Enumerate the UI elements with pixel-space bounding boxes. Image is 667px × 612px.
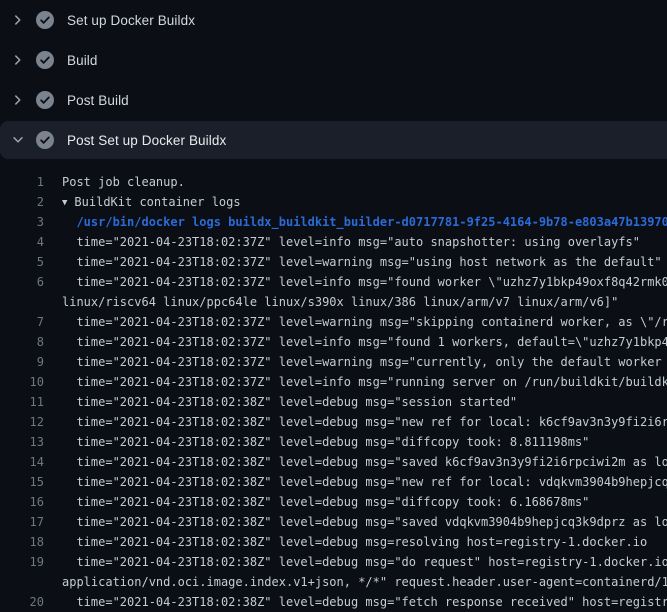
line-number[interactable]: 13 bbox=[0, 432, 44, 452]
log-line: 15 time="2021-04-23T18:02:38Z" level=deb… bbox=[0, 472, 667, 492]
log-text: time="2021-04-23T18:02:38Z" level=debug … bbox=[44, 472, 667, 492]
log-line: 16 time="2021-04-23T18:02:38Z" level=deb… bbox=[0, 492, 667, 512]
line-number[interactable]: 19 bbox=[0, 552, 44, 572]
log-line: 5 time="2021-04-23T18:02:37Z" level=warn… bbox=[0, 252, 667, 272]
line-number[interactable]: 15 bbox=[0, 472, 44, 492]
log-text: time="2021-04-23T18:02:37Z" level=info m… bbox=[44, 272, 667, 292]
line-number[interactable]: 16 bbox=[0, 492, 44, 512]
line-number[interactable]: 14 bbox=[0, 452, 44, 472]
group-toggle-icon[interactable]: ▼ bbox=[62, 193, 67, 212]
line-number[interactable]: 12 bbox=[0, 412, 44, 432]
log-line: 7 time="2021-04-23T18:02:37Z" level=warn… bbox=[0, 312, 667, 332]
line-number[interactable] bbox=[0, 572, 44, 592]
line-number[interactable]: 8 bbox=[0, 332, 44, 352]
log-text: application/vnd.oci.image.index.v1+json,… bbox=[44, 572, 667, 592]
log-text: time="2021-04-23T18:02:38Z" level=debug … bbox=[44, 392, 517, 412]
log-text: time="2021-04-23T18:02:37Z" level=info m… bbox=[44, 232, 640, 252]
chevron-right-icon bbox=[10, 92, 26, 108]
log-line: 9 time="2021-04-23T18:02:37Z" level=warn… bbox=[0, 352, 667, 372]
chevron-right-icon bbox=[10, 52, 26, 68]
log-text: time="2021-04-23T18:02:38Z" level=debug … bbox=[44, 552, 667, 572]
line-number[interactable] bbox=[0, 292, 44, 312]
log-text: time="2021-04-23T18:02:37Z" level=warnin… bbox=[44, 312, 667, 332]
log-text: time="2021-04-23T18:02:37Z" level=info m… bbox=[44, 372, 667, 392]
line-number[interactable]: 5 bbox=[0, 252, 44, 272]
log-line: 19 time="2021-04-23T18:02:38Z" level=deb… bbox=[0, 552, 667, 572]
log-line: 10 time="2021-04-23T18:02:37Z" level=inf… bbox=[0, 372, 667, 392]
step-row[interactable]: Post Set up Docker Buildx bbox=[0, 121, 667, 159]
log-line: 12 time="2021-04-23T18:02:38Z" level=deb… bbox=[0, 412, 667, 432]
group-label: BuildKit container logs bbox=[74, 195, 240, 209]
step-label: Post Build bbox=[67, 93, 129, 108]
log-line: 1 Post job cleanup. bbox=[0, 172, 667, 192]
log-line: 2 ▼ BuildKit container logs bbox=[0, 192, 667, 212]
chevron-right-icon bbox=[10, 132, 26, 148]
log-text: time="2021-04-23T18:02:38Z" level=debug … bbox=[44, 452, 667, 472]
log-line: 14 time="2021-04-23T18:02:38Z" level=deb… bbox=[0, 452, 667, 472]
log-text: time="2021-04-23T18:02:37Z" level=info m… bbox=[44, 332, 667, 352]
log-text: /usr/bin/docker logs buildx_buildkit_bui… bbox=[44, 212, 667, 232]
log-text: time="2021-04-23T18:02:37Z" level=warnin… bbox=[44, 252, 662, 272]
line-number[interactable]: 7 bbox=[0, 312, 44, 332]
line-number[interactable]: 6 bbox=[0, 272, 44, 292]
log-text: time="2021-04-23T18:02:38Z" level=debug … bbox=[44, 492, 589, 512]
log-line: application/vnd.oci.image.index.v1+json,… bbox=[0, 572, 667, 592]
step-row[interactable]: Post Build bbox=[0, 80, 667, 120]
log-line: 13 time="2021-04-23T18:02:38Z" level=deb… bbox=[0, 432, 667, 452]
log-line: linux/riscv64 linux/ppc64le linux/s390x … bbox=[0, 292, 667, 312]
log-line: 11 time="2021-04-23T18:02:38Z" level=deb… bbox=[0, 392, 667, 412]
log-line: 3 /usr/bin/docker logs buildx_buildkit_b… bbox=[0, 212, 667, 232]
step-label: Set up Docker Buildx bbox=[67, 13, 195, 28]
log-line: 20 time="2021-04-23T18:02:38Z" level=deb… bbox=[0, 592, 667, 612]
log-line: 6 time="2021-04-23T18:02:37Z" level=info… bbox=[0, 272, 667, 292]
step-row[interactable]: Build bbox=[0, 40, 667, 80]
line-number[interactable]: 17 bbox=[0, 512, 44, 532]
line-number[interactable]: 4 bbox=[0, 232, 44, 252]
check-circle-icon bbox=[36, 131, 54, 149]
log-text: time="2021-04-23T18:02:38Z" level=debug … bbox=[44, 532, 647, 552]
line-number[interactable]: 10 bbox=[0, 372, 44, 392]
line-number[interactable]: 1 bbox=[0, 172, 44, 192]
log-text: time="2021-04-23T18:02:38Z" level=debug … bbox=[44, 592, 667, 612]
chevron-right-icon bbox=[10, 12, 26, 28]
log-line: 4 time="2021-04-23T18:02:37Z" level=info… bbox=[0, 232, 667, 252]
step-label: Post Set up Docker Buildx bbox=[67, 133, 226, 148]
log-line: 8 time="2021-04-23T18:02:37Z" level=info… bbox=[0, 332, 667, 352]
log-text: time="2021-04-23T18:02:38Z" level=debug … bbox=[44, 512, 667, 532]
step-row[interactable]: Set up Docker Buildx bbox=[0, 0, 667, 40]
log-text: Post job cleanup. bbox=[44, 172, 185, 192]
log-text: linux/riscv64 linux/ppc64le linux/s390x … bbox=[44, 292, 618, 312]
line-number[interactable]: 18 bbox=[0, 532, 44, 552]
line-number[interactable]: 9 bbox=[0, 352, 44, 372]
line-number[interactable]: 11 bbox=[0, 392, 44, 412]
check-circle-icon bbox=[36, 91, 54, 109]
line-number[interactable]: 20 bbox=[0, 592, 44, 612]
check-circle-icon bbox=[36, 11, 54, 29]
log-text: time="2021-04-23T18:02:37Z" level=warnin… bbox=[44, 352, 667, 372]
line-number[interactable]: 3 bbox=[0, 212, 44, 232]
log-text: ▼ BuildKit container logs bbox=[44, 192, 241, 212]
log-viewer: 1 Post job cleanup. 2 ▼ BuildKit containe… bbox=[0, 160, 667, 612]
check-circle-icon bbox=[36, 51, 54, 69]
steps-list: Set up Docker Buildx Build P bbox=[0, 0, 667, 159]
log-line: 17 time="2021-04-23T18:02:38Z" level=deb… bbox=[0, 512, 667, 532]
step-label: Build bbox=[67, 53, 98, 68]
log-text: time="2021-04-23T18:02:38Z" level=debug … bbox=[44, 432, 589, 452]
log-line: 18 time="2021-04-23T18:02:38Z" level=deb… bbox=[0, 532, 667, 552]
log-text: time="2021-04-23T18:02:38Z" level=debug … bbox=[44, 412, 667, 432]
line-number[interactable]: 2 bbox=[0, 192, 44, 212]
